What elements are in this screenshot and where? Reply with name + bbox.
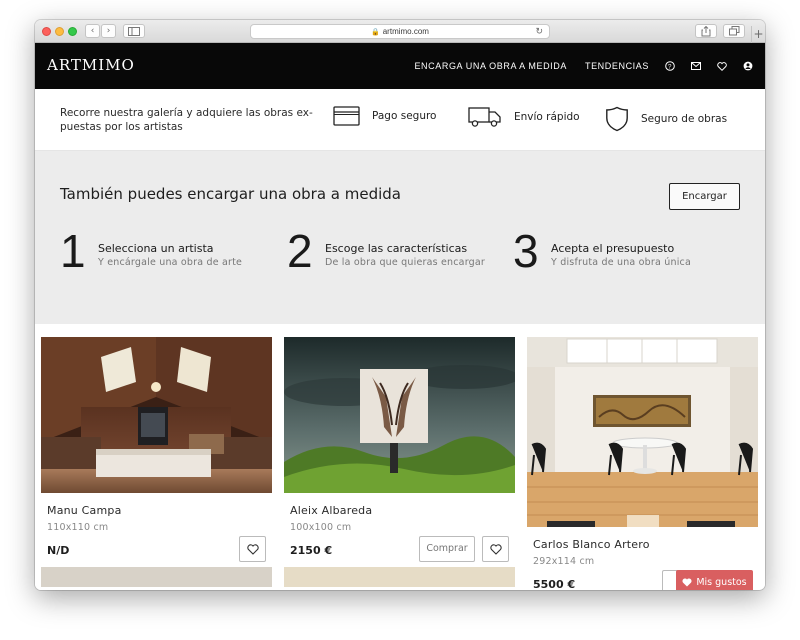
heart-icon[interactable]	[717, 61, 727, 71]
help-icon[interactable]: ?	[665, 61, 675, 71]
step-number: 3	[513, 225, 539, 277]
close-window-button[interactable]	[42, 27, 51, 36]
forward-button[interactable]: ›	[101, 24, 116, 38]
heart-icon	[489, 543, 502, 555]
share-icon	[701, 25, 711, 37]
heart-icon	[682, 578, 692, 586]
browser-toolbar: ‹ › 🔒 artmimo.com ↻ +	[35, 20, 765, 43]
browser-window: ‹ › 🔒 artmimo.com ↻ + ARTMIMO ENCARGA UNA…	[35, 20, 765, 590]
url-text: artmimo.com	[382, 27, 429, 36]
artwork-image[interactable]	[527, 337, 758, 527]
add-favorite-button[interactable]	[482, 536, 509, 562]
svg-text:?: ?	[668, 63, 672, 70]
artwork-size: 292x114 cm	[533, 556, 595, 567]
step-title: Escoge las características	[325, 242, 468, 255]
zoom-window-button[interactable]	[68, 27, 77, 36]
commission-section: También puedes encargar una obra a medid…	[35, 151, 765, 324]
favorites-button[interactable]: Mis gustos	[676, 570, 753, 590]
credit-card-icon	[333, 106, 360, 126]
nav-trends-link[interactable]: TENDENCIAS	[585, 61, 649, 71]
step-number: 1	[60, 225, 86, 277]
user-icon[interactable]	[743, 61, 753, 71]
artwork-size: 100x100 cm	[290, 522, 352, 533]
nav-commission-link[interactable]: ENCARGA UNA OBRA A MEDIDA	[414, 61, 567, 71]
sidebar-toggle-button[interactable]	[123, 24, 145, 38]
back-button[interactable]: ‹	[85, 24, 100, 38]
commission-step: 1 Selecciona un artista Y encárgale una …	[60, 228, 242, 274]
artwork-card[interactable]: Aleix Albareda 100x100 cm 2150 € Comprar	[284, 337, 515, 562]
step-subtitle: Y encárgale una obra de arte	[98, 257, 243, 268]
share-button[interactable]	[695, 24, 717, 38]
artist-name[interactable]: Manu Campa	[47, 504, 272, 517]
gallery-intro-text: Recorre nuestra galería y adquiere las o…	[60, 107, 313, 133]
address-bar[interactable]: 🔒 artmimo.com ↻	[250, 24, 550, 39]
artwork-gallery: Manu Campa 110x110 cm N/D Aleix Albareda…	[35, 324, 765, 590]
truck-icon	[468, 107, 501, 127]
step-subtitle: Y disfruta de una obra única	[551, 257, 691, 268]
buy-button[interactable]: Comprar	[419, 536, 475, 562]
artwork-image[interactable]	[284, 337, 515, 493]
artwork-image[interactable]	[41, 337, 272, 493]
feature-label: Envío rápido	[514, 111, 580, 123]
lock-icon: 🔒	[371, 29, 380, 36]
features-bar: Recorre nuestra galería y adquiere las o…	[35, 89, 765, 151]
step-title: Acepta el presupuesto	[551, 242, 675, 255]
add-favorite-button[interactable]	[239, 536, 266, 562]
feature-fast-shipping: Envío rápido	[468, 106, 580, 128]
feature-label: Seguro de obras	[641, 113, 728, 125]
commission-title: También puedes encargar una obra a medid…	[60, 185, 401, 203]
favorites-label: Mis gustos	[696, 576, 747, 588]
shield-icon	[606, 106, 628, 132]
tabs-overview-button[interactable]	[723, 24, 745, 38]
feature-label: Pago seguro	[372, 110, 437, 122]
site-logo[interactable]: ARTMIMO	[47, 56, 135, 74]
mail-icon[interactable]	[691, 61, 701, 71]
main-nav: ENCARGA UNA OBRA A MEDIDA TENDENCIAS ?	[396, 43, 753, 89]
heart-icon	[246, 543, 259, 555]
feature-secure-payment: Pago seguro	[333, 106, 436, 126]
commission-step: 2 Escoge las características De la obra …	[287, 228, 485, 274]
artwork-card-partial[interactable]	[284, 567, 515, 587]
artwork-card[interactable]: Carlos Blanco Artero 292x114 cm 5500 €	[527, 337, 758, 590]
tabs-icon	[728, 26, 739, 36]
reload-icon[interactable]: ↻	[535, 25, 543, 38]
step-number: 2	[287, 225, 313, 277]
sidebar-icon	[128, 27, 140, 36]
artwork-card-partial[interactable]	[41, 567, 272, 587]
commission-button[interactable]: Encargar	[669, 183, 740, 210]
minimize-window-button[interactable]	[55, 27, 64, 36]
artist-name[interactable]: Aleix Albareda	[290, 504, 515, 517]
step-title: Selecciona un artista	[98, 242, 214, 255]
artwork-card[interactable]: Manu Campa 110x110 cm N/D	[41, 337, 272, 562]
artwork-size: 110x110 cm	[47, 522, 109, 533]
new-tab-button[interactable]: +	[751, 26, 765, 43]
artist-name[interactable]: Carlos Blanco Artero	[533, 538, 758, 551]
feature-artwork-insurance: Seguro de obras	[605, 106, 727, 132]
commission-step: 3 Acepta el presupuesto Y disfruta de un…	[513, 228, 691, 274]
step-subtitle: De la obra que quieras encargar	[325, 257, 486, 268]
site-header: ARTMIMO ENCARGA UNA OBRA A MEDIDA TENDEN…	[35, 43, 765, 89]
